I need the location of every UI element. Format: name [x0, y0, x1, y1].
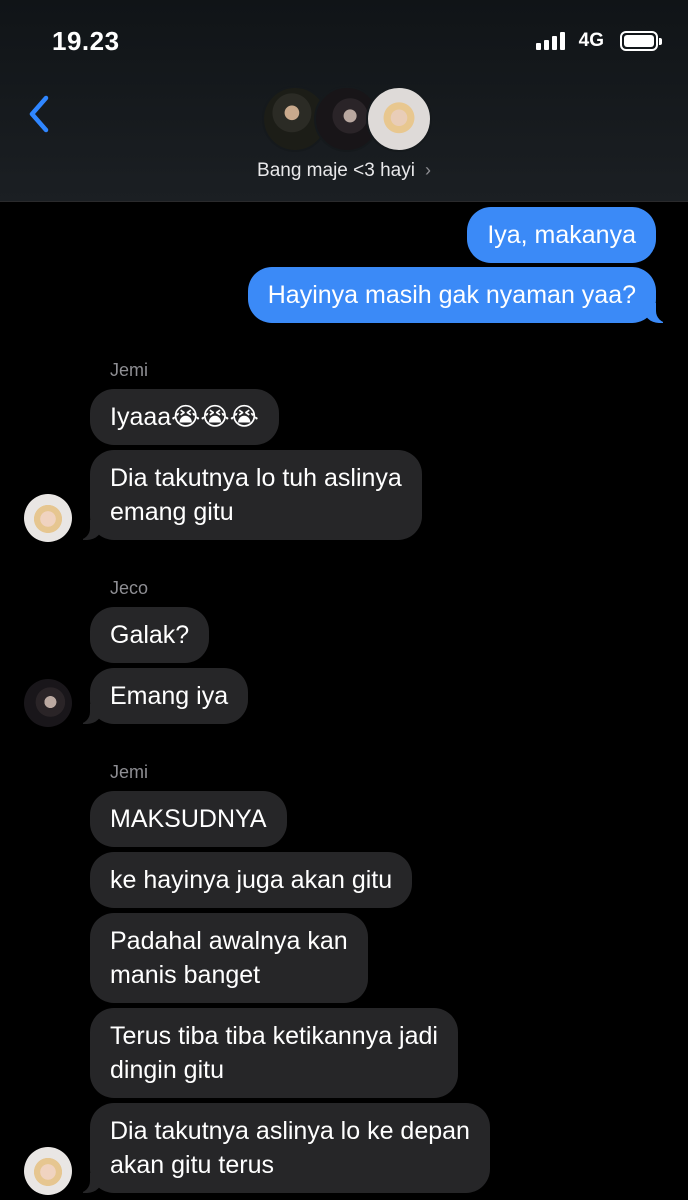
received-message[interactable]: MAKSUDNYA [90, 791, 287, 847]
chat-header: 19.23 4G Bang maje <3 hayi › [0, 0, 688, 202]
signal-bars-icon [535, 32, 565, 50]
received-message[interactable]: ke hayinya juga akan gitu [90, 852, 413, 908]
chat-title-button[interactable]: Bang maje <3 hayi › [0, 160, 688, 182]
message-text-line: manis banget [110, 961, 261, 989]
message-text-line: akan gitu terus [110, 1151, 274, 1179]
status-time: 19.23 [52, 26, 120, 56]
message-text-line: Dia takutnya aslinya lo ke depan [110, 1117, 470, 1145]
sender-name: Jemi [110, 360, 149, 380]
received-message[interactable]: Dia takutnya lo tuh aslinya emang gitu [76, 450, 422, 540]
message-text-line: dingin gitu [110, 1056, 224, 1084]
sender-name: Jemi [110, 762, 149, 782]
back-button[interactable] [18, 88, 66, 140]
message-text: Hayinya masih gak nyaman yaa? [267, 281, 636, 309]
message-text-line: Dia takutnya lo tuh aslinya [110, 464, 402, 492]
message-text: Emang iya [110, 682, 229, 710]
message-text: Iya, makanya [487, 221, 636, 249]
received-message[interactable]: Iyaaa😭😭😭 [90, 389, 279, 445]
received-message[interactable]: Emang iya [75, 668, 249, 724]
message-text: Galak? [110, 621, 190, 649]
sent-message[interactable]: Iya, makanya [467, 207, 656, 263]
sent-message[interactable]: Hayinya masih gak nyaman yaa? [247, 267, 671, 323]
network-type: 4G [578, 30, 604, 51]
avatar[interactable] [24, 494, 72, 542]
chevron-left-icon [29, 95, 49, 133]
message-text: ke hayinya juga akan gitu [110, 866, 393, 894]
battery-icon [620, 31, 662, 51]
received-message[interactable]: Dia takutnya aslinya lo ke depan akan gi… [76, 1103, 490, 1193]
received-message[interactable]: Galak? [90, 607, 210, 663]
received-message[interactable]: Terus tiba tiba ketikannya jadi dingin g… [90, 1008, 458, 1098]
message-text: MAKSUDNYA [110, 805, 267, 833]
sender-name: Jeco [110, 578, 149, 598]
avatar[interactable] [24, 679, 72, 727]
message-text-line: Padahal awalnya kan [110, 927, 348, 955]
group-avatars[interactable] [262, 86, 432, 154]
message-text-line: emang gitu [110, 498, 234, 526]
message-text-line: Terus tiba tiba ketikannya jadi [110, 1022, 438, 1050]
chat-title: Bang maje <3 hayi [257, 160, 415, 181]
status-indicators: 4G [535, 30, 662, 52]
group-member-avatar [366, 86, 432, 152]
avatar[interactable] [24, 1147, 72, 1195]
chevron-right-icon: › [424, 160, 431, 180]
received-message[interactable]: Padahal awalnya kan manis banget [90, 913, 368, 1003]
message-text: Iyaaa😭😭😭 [110, 403, 259, 431]
